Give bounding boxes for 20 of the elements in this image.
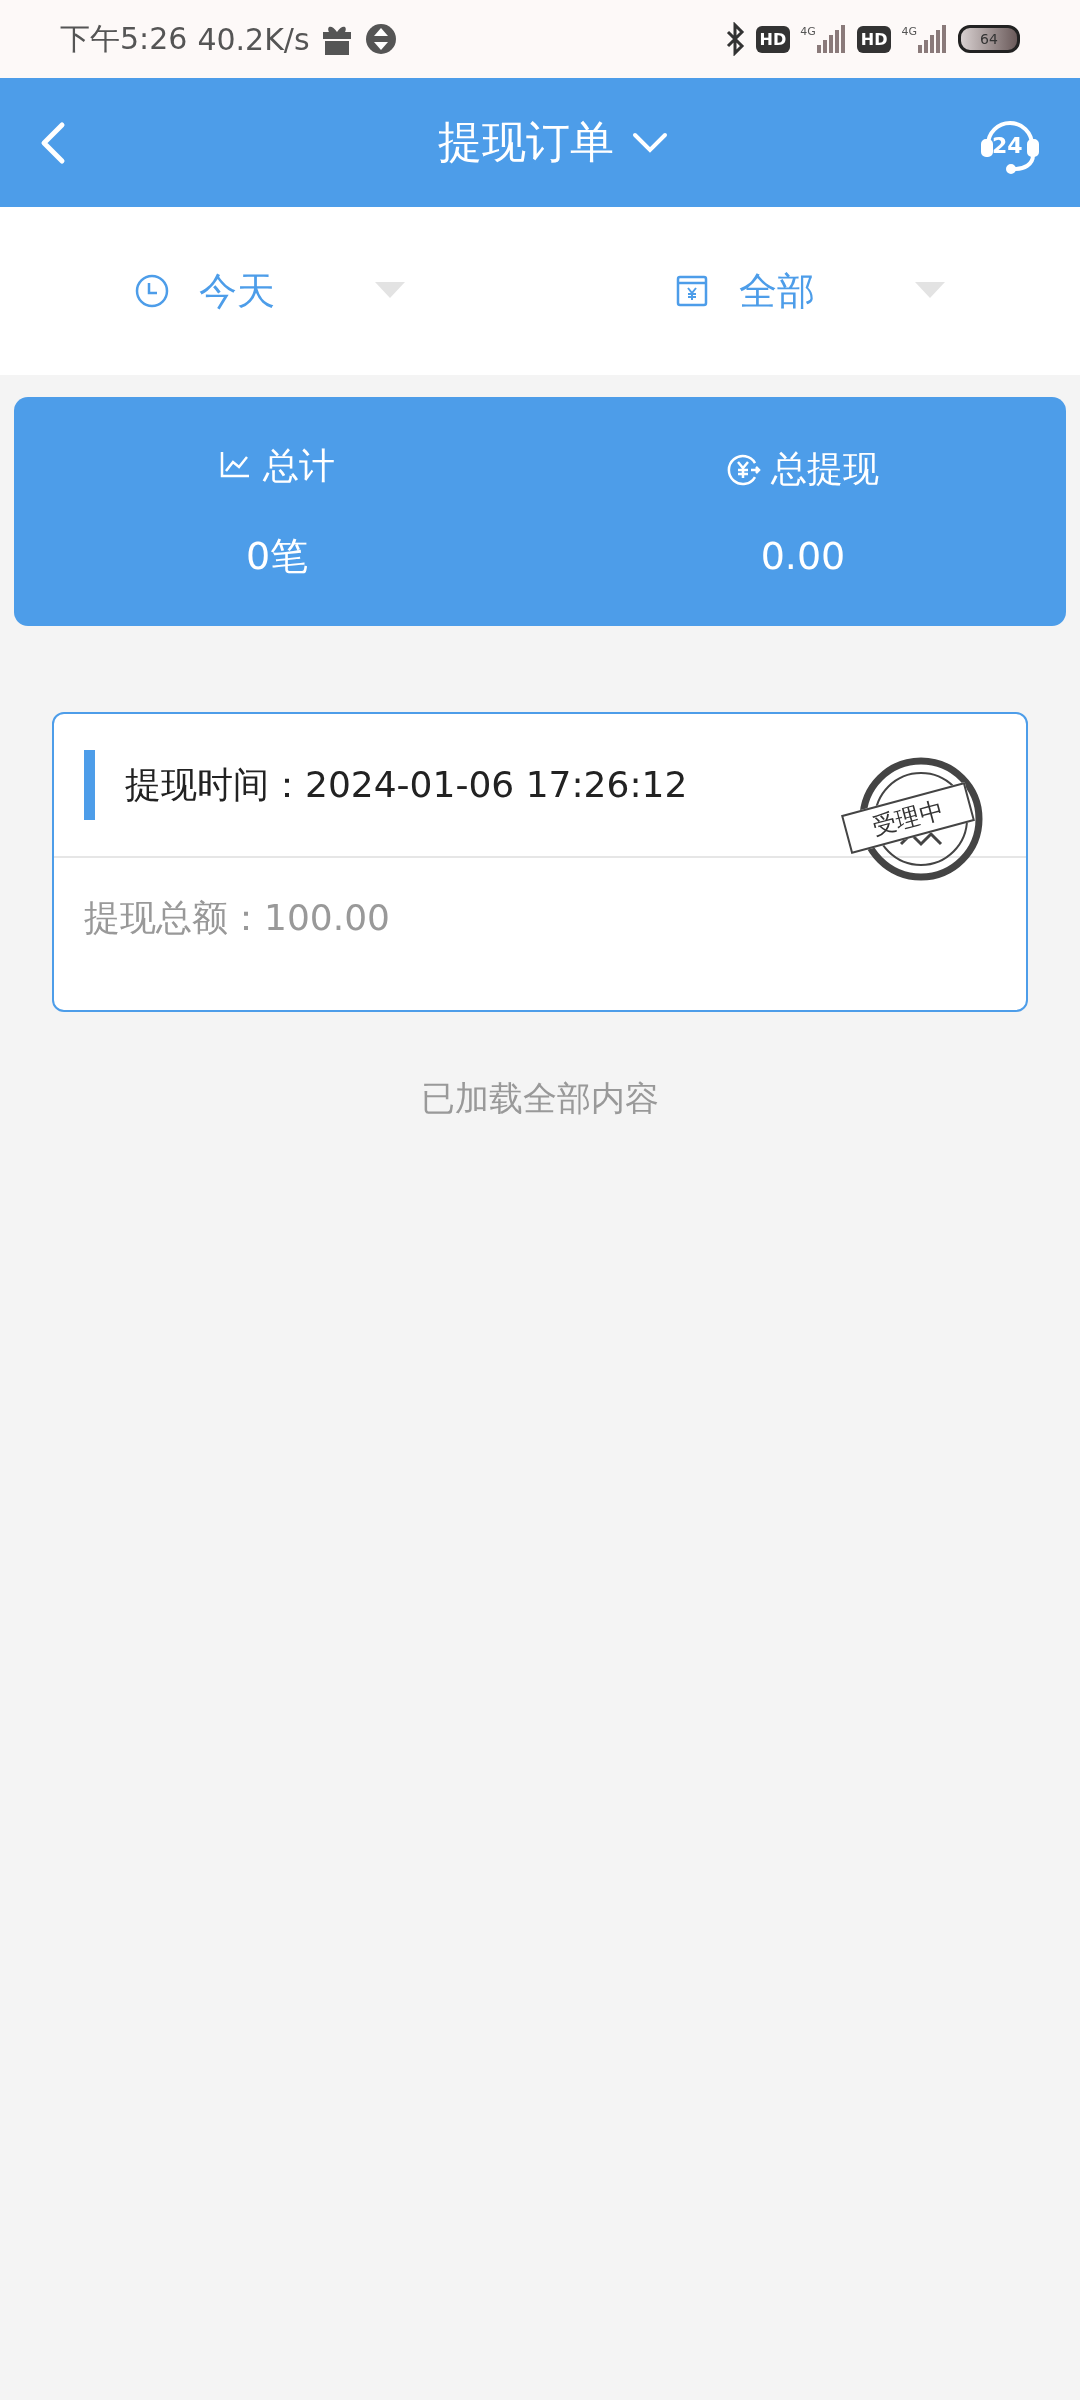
support-hours: 24	[992, 132, 1023, 158]
order-card[interactable]: 提现时间：2024-01-06 17:26:12 提现总额：100.00 受理中	[52, 712, 1028, 1012]
network-speed: 40.2K/s	[197, 21, 310, 57]
withdraw-amount: 提现总额：100.00	[83, 896, 391, 940]
status-time: 下午5:26	[60, 19, 188, 58]
filter-dropdown[interactable]: 全部	[540, 207, 1080, 375]
network-type: 4G	[901, 25, 917, 38]
filter-dropdown[interactable]: 今天	[0, 207, 540, 375]
hd-badge: HD	[856, 25, 892, 53]
summary-label: 总计	[263, 443, 335, 488]
network-type: 4G	[800, 25, 816, 38]
end-of-list-text: 已加载全部内容	[420, 1077, 660, 1120]
hd-badge: HD	[755, 25, 791, 53]
stamp-label: 受理中	[841, 782, 975, 854]
page-title[interactable]: 提现订单	[438, 113, 614, 172]
summary-value: 0笔	[245, 532, 309, 580]
withdraw-time: 提现时间：2024-01-06 17:26:12	[125, 762, 688, 807]
summary-value: 0.00	[760, 534, 846, 578]
summary-label: 总提现	[771, 447, 879, 491]
battery-level: 64	[980, 31, 998, 47]
